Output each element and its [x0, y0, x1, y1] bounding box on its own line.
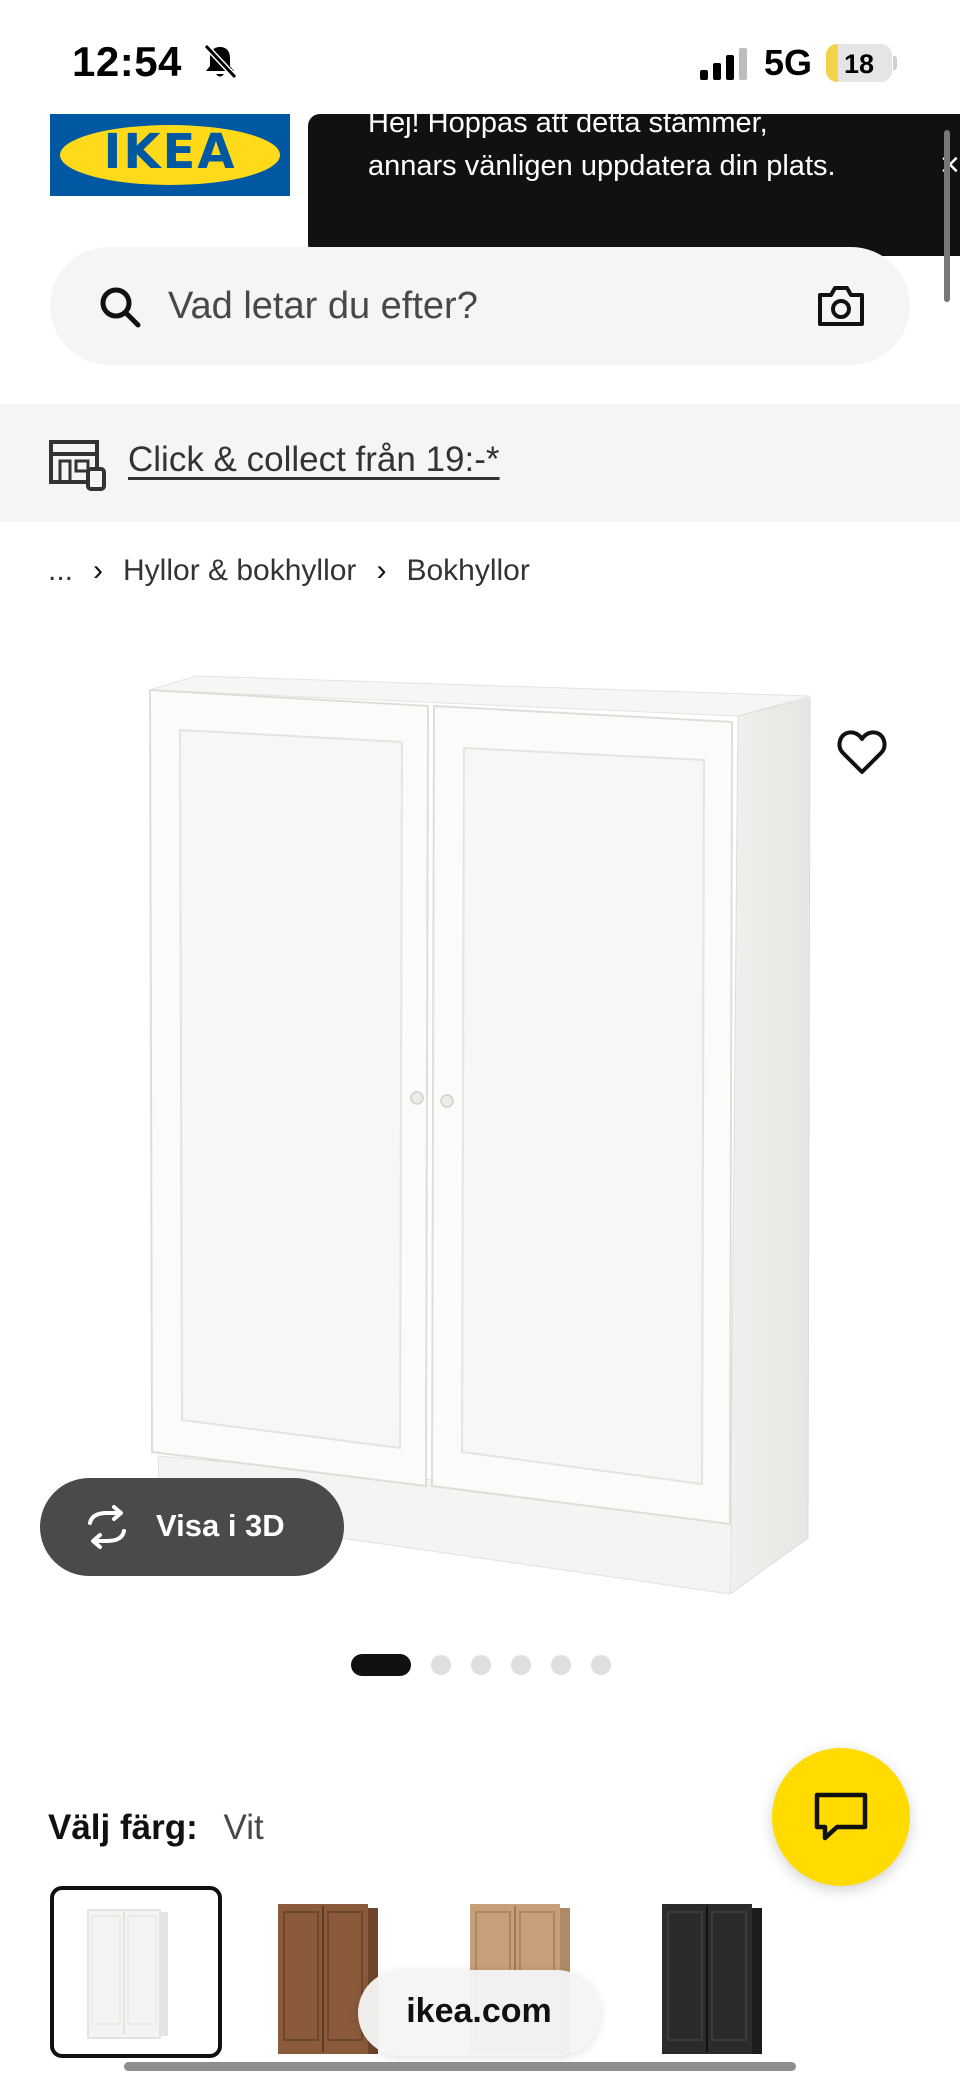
swatch-black-brown-image: [662, 1904, 762, 2054]
favorite-icon[interactable]: [836, 728, 888, 776]
browser-address-bar[interactable]: ikea.com: [358, 1970, 600, 2056]
battery-label: 18: [843, 49, 875, 79]
carousel-dot[interactable]: [551, 1655, 571, 1675]
battery-indicator: 18: [826, 44, 892, 82]
search-input[interactable]: [168, 283, 768, 329]
ikea-logo[interactable]: IKEA ®: [50, 114, 290, 196]
click-collect-banner[interactable]: Click & collect från 19:-*: [0, 404, 960, 522]
breadcrumb-shelves[interactable]: Hyllor & bokhyllor: [123, 554, 356, 588]
chat-icon: [814, 1792, 868, 1841]
view-3d-button[interactable]: Visa i 3D: [40, 1478, 344, 1576]
carousel-dot[interactable]: [471, 1655, 491, 1675]
breadcrumb-separator: ›: [376, 554, 387, 587]
color-swatch-black-brown[interactable]: [626, 1886, 798, 2058]
color-selector: Välj färg: Vit: [48, 1808, 264, 1848]
color-value: Vit: [223, 1808, 264, 1847]
status-time: 12:54: [72, 38, 182, 85]
search-bar[interactable]: [50, 247, 910, 365]
rotate-icon: [88, 1505, 126, 1549]
carousel-dot[interactable]: [511, 1655, 531, 1675]
location-toast: Hej! Hoppas att detta stämmer, annars vä…: [308, 114, 960, 256]
logo-text: IKEA: [103, 124, 237, 180]
scrollbar[interactable]: [944, 130, 950, 302]
network-label: 5G: [764, 42, 813, 83]
breadcrumb: ... › Hyllor & bokhyllor › Bokhyllor: [48, 554, 530, 588]
signal-icon: [700, 48, 747, 80]
chat-button[interactable]: [772, 1748, 910, 1886]
view-3d-label: Visa i 3D: [156, 1508, 285, 1543]
breadcrumb-bookcases[interactable]: Bokhyllor: [406, 554, 529, 588]
toast-message: Hej! Hoppas att detta stämmer, annars vä…: [368, 114, 836, 182]
home-indicator[interactable]: [124, 2062, 796, 2071]
color-label: Välj färg:: [48, 1808, 198, 1847]
color-swatch-white[interactable]: [50, 1886, 222, 2058]
bell-off-icon: [203, 43, 238, 80]
camera-icon[interactable]: [816, 283, 866, 329]
browser-url: ikea.com: [406, 1992, 552, 2030]
breadcrumb-ellipsis[interactable]: ...: [48, 554, 73, 588]
battery-tip: [893, 56, 897, 70]
store-icon: [49, 440, 106, 491]
click-collect-link[interactable]: Click & collect från 19:-*: [128, 440, 500, 480]
swatch-white-image: [87, 1909, 168, 2039]
search-icon[interactable]: [96, 283, 144, 331]
carousel-dot[interactable]: [431, 1655, 451, 1675]
breadcrumb-separator: ›: [93, 554, 104, 587]
status-bar: 12:54 5G 18: [0, 0, 960, 120]
carousel-dot[interactable]: [351, 1654, 411, 1676]
carousel-dot[interactable]: [591, 1655, 611, 1675]
logo-registered-mark: ®: [265, 126, 274, 138]
